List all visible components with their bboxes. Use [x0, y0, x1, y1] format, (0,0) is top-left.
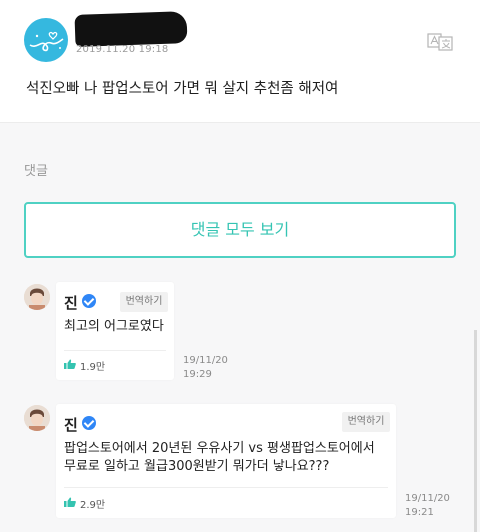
- translate-button[interactable]: 번역하기: [342, 412, 390, 432]
- comment-date-time: 19:21: [405, 507, 434, 518]
- scrollbar[interactable]: [474, 330, 477, 532]
- thumbs-up-icon: [64, 359, 76, 369]
- comment-date-time: 19:29: [183, 369, 212, 380]
- like-button[interactable]: 1.9만: [64, 358, 114, 373]
- comment-text-line: 무료로 일하고 월급300원받기 뭐가더 낳나요???: [64, 459, 330, 474]
- translate-icon[interactable]: [426, 32, 456, 52]
- comment-date: 19/11/20 19:29: [183, 354, 228, 382]
- post-date: 2019.11.20 19:18: [76, 44, 169, 55]
- verified-badge-icon: [82, 294, 96, 308]
- view-all-comments-button[interactable]: 댓글 모두 보기: [24, 202, 456, 258]
- comment-divider: [64, 350, 166, 351]
- user-avatar[interactable]: [24, 18, 68, 62]
- comment-date-day: 19/11/20: [405, 493, 450, 504]
- redacted-username: [74, 11, 188, 47]
- avatar-image: [24, 405, 50, 431]
- comment-date: 19/11/20 19:21: [405, 492, 450, 520]
- verified-badge-icon: [82, 416, 96, 430]
- like-button[interactable]: 2.9만: [64, 496, 114, 511]
- like-count: 2.9만: [80, 500, 106, 511]
- avatar-image: [24, 284, 50, 310]
- comment-author: 진: [64, 294, 78, 312]
- comment-bubble: 진 번역하기 팝업스토어에서 20년된 우유사기 vs 평생팝업스토어에서 무료…: [56, 404, 396, 518]
- comment-bubble: 진 번역하기 최고의 어그로였다 1.9만: [56, 282, 174, 380]
- translate-button[interactable]: 번역하기: [120, 292, 168, 312]
- comments-label: 댓글: [24, 164, 48, 179]
- comment-author: 진: [64, 416, 78, 434]
- post-text: 석진오빠 나 팝업스토어 가면 뭐 살지 추천좀 해저여: [26, 81, 339, 97]
- post-card: 2019.11.20 19:18 석진오빠 나 팝업스토어 가면 뭐 살지 추천…: [0, 0, 480, 123]
- heart-doodle-icon: [29, 31, 64, 52]
- thumbs-up-icon: [64, 497, 76, 507]
- comment-divider: [64, 487, 388, 488]
- comment-text-line: 팝업스토어에서 20년된 우유사기 vs 평생팝업스토어에서: [64, 441, 375, 456]
- like-count: 1.9만: [80, 362, 106, 373]
- comment-text: 최고의 어그로였다: [64, 319, 164, 334]
- commenter-avatar[interactable]: [24, 284, 50, 310]
- commenter-avatar[interactable]: [24, 405, 50, 431]
- comment-date-day: 19/11/20: [183, 355, 228, 366]
